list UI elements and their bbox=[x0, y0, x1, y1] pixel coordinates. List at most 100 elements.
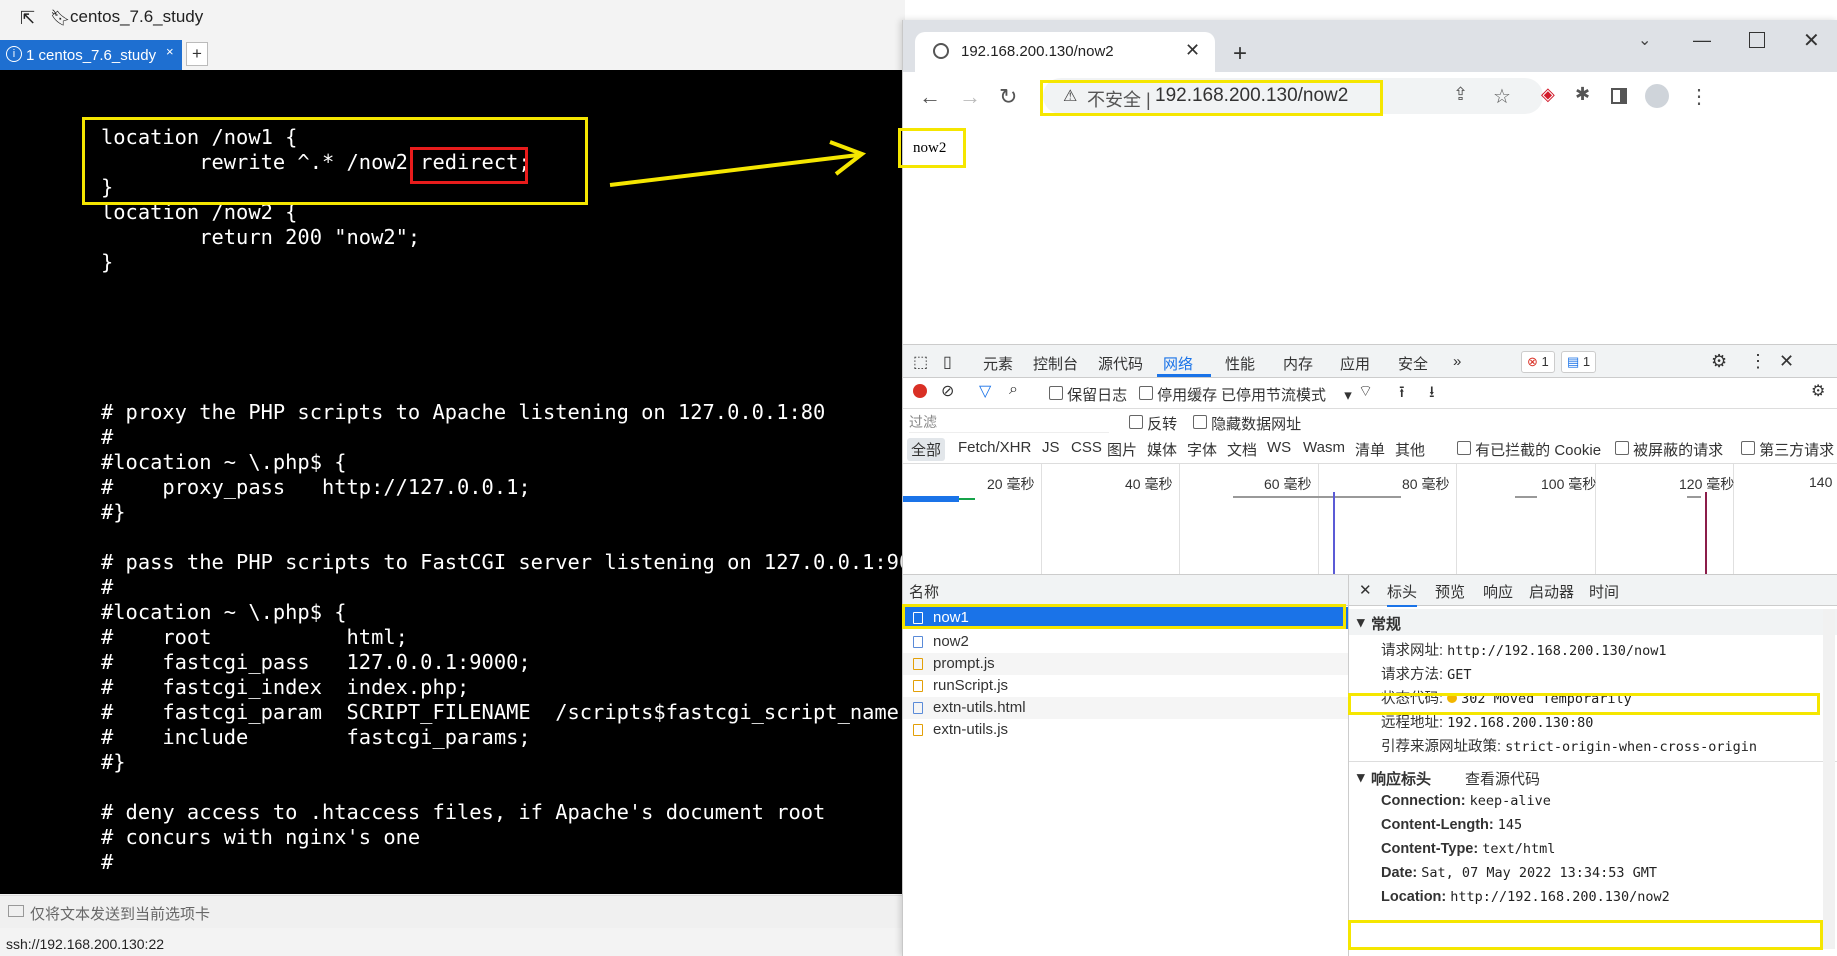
close-window-icon[interactable]: ✕ bbox=[1803, 28, 1820, 53]
checkbox-icon bbox=[1139, 386, 1153, 400]
kebab-icon[interactable]: ⋮ bbox=[1749, 351, 1767, 372]
type-filter-wasm[interactable]: Wasm bbox=[1303, 439, 1345, 456]
star-icon[interactable]: ☆ bbox=[1493, 84, 1511, 109]
upload-icon[interactable]: ⭱ bbox=[1399, 381, 1405, 408]
close-devtools-icon[interactable]: ✕ bbox=[1779, 351, 1794, 372]
download-icon[interactable]: ⭳ bbox=[1429, 381, 1435, 408]
tab-initiator[interactable]: 启动器 bbox=[1529, 581, 1574, 602]
network-conditions-icon[interactable]: ⌔ bbox=[1358, 381, 1373, 401]
search-icon[interactable]: ⌕ bbox=[1009, 381, 1018, 399]
tab-response[interactable]: 响应 bbox=[1483, 581, 1513, 602]
request-row-runscript[interactable]: runScript.js bbox=[903, 675, 1348, 697]
tab-search-icon[interactable]: ⌄ bbox=[1638, 30, 1651, 50]
request-row-now2[interactable]: now2 bbox=[903, 631, 1348, 653]
message-badge[interactable]: ▤ 1 bbox=[1561, 351, 1597, 373]
session-icon[interactable]: ⇱ bbox=[20, 8, 35, 29]
blocked-requests-checkbox[interactable]: 被屏蔽的请求 bbox=[1615, 439, 1723, 460]
view-source-link[interactable]: 查看源代码 bbox=[1465, 768, 1540, 789]
close-tab-button[interactable]: × bbox=[166, 44, 174, 59]
hide-data-urls-checkbox[interactable]: 隐藏数据网址 bbox=[1193, 413, 1301, 434]
type-filter-img[interactable]: 图片 bbox=[1107, 439, 1137, 460]
request-row-prompt[interactable]: prompt.js bbox=[903, 653, 1348, 675]
send-text-bar[interactable]: 仅将文本发送到当前选项卡 bbox=[0, 895, 905, 928]
tab-sources[interactable]: 源代码 bbox=[1098, 353, 1143, 374]
inspect-icon[interactable]: ⬚ bbox=[913, 352, 928, 372]
script-icon bbox=[913, 724, 923, 736]
invert-checkbox[interactable]: 反转 bbox=[1129, 413, 1177, 434]
tab-elements[interactable]: 元素 bbox=[983, 353, 1013, 374]
third-party-label: 第三方请求 bbox=[1759, 442, 1835, 459]
filter-input[interactable]: 过滤 bbox=[909, 412, 1109, 433]
type-filter-doc[interactable]: 文档 bbox=[1227, 439, 1257, 460]
third-party-checkbox[interactable]: 第三方请求 bbox=[1741, 439, 1834, 460]
script-icon bbox=[913, 658, 923, 670]
disable-cache-label: 停用缓存 bbox=[1157, 387, 1218, 404]
maximize-icon[interactable] bbox=[1749, 32, 1765, 48]
tab-security[interactable]: 安全 bbox=[1398, 353, 1428, 374]
browser-tab[interactable]: 192.168.200.130/now2 ✕ bbox=[915, 32, 1215, 72]
type-filter-other[interactable]: 其他 bbox=[1395, 439, 1425, 460]
avatar[interactable] bbox=[1645, 84, 1669, 108]
minimize-icon[interactable]: — bbox=[1693, 30, 1711, 51]
terminal-line: # deny access to .htaccess files, if Apa… bbox=[101, 800, 826, 824]
clear-icon[interactable]: ⊘ bbox=[941, 381, 954, 401]
filter-icon[interactable]: ▽ bbox=[979, 381, 991, 401]
tab-network[interactable]: 网络 bbox=[1163, 353, 1193, 374]
new-tab-button[interactable]: + bbox=[1233, 40, 1247, 68]
error-badge[interactable]: ⊗ 1 bbox=[1521, 351, 1555, 373]
reload-icon[interactable]: ↻ bbox=[999, 84, 1017, 110]
preserve-log-checkbox[interactable]: 保留日志 bbox=[1049, 384, 1127, 405]
type-filter-fetch[interactable]: Fetch/XHR bbox=[958, 439, 1031, 456]
annotation-arrow bbox=[609, 140, 867, 187]
network-settings-icon[interactable]: ⚙ bbox=[1811, 381, 1825, 401]
share-icon[interactable]: ⇪ bbox=[1453, 84, 1468, 105]
disable-cache-checkbox[interactable]: 停用缓存 bbox=[1139, 384, 1217, 405]
tab-memory[interactable]: 内存 bbox=[1283, 353, 1313, 374]
header-key: 请求网址: bbox=[1381, 643, 1444, 659]
type-filter-css[interactable]: CSS bbox=[1071, 439, 1102, 456]
response-headers-section-header[interactable]: ▾ 响应标头 查看源代码 bbox=[1349, 761, 1837, 790]
throttle-select[interactable]: 已停用节流模式 ▾ bbox=[1221, 384, 1352, 405]
header-key: Connection: bbox=[1381, 793, 1466, 809]
side-panel-icon[interactable] bbox=[1611, 88, 1627, 104]
puzzle-icon[interactable]: ✱ bbox=[1575, 84, 1590, 105]
request-row-extn-html[interactable]: extn-utils.html bbox=[903, 697, 1348, 719]
tab-timing[interactable]: 时间 bbox=[1589, 581, 1619, 602]
gear-icon[interactable]: ⚙ bbox=[1711, 351, 1727, 372]
type-filter-js[interactable]: JS bbox=[1042, 439, 1060, 456]
add-tab-button[interactable]: + bbox=[186, 42, 208, 66]
blocked-cookies-checkbox[interactable]: 有已拦截的 Cookie bbox=[1457, 439, 1601, 460]
bookmark-icon[interactable]: 🔖︎ bbox=[50, 8, 70, 28]
request-name: extn-utils.html bbox=[933, 699, 1026, 716]
forward-icon[interactable]: → bbox=[959, 84, 981, 110]
details-scrollbar[interactable] bbox=[1823, 609, 1835, 949]
header-value: text/html bbox=[1482, 841, 1556, 857]
type-filter-ws[interactable]: WS bbox=[1267, 439, 1291, 456]
general-section-header[interactable]: ▾ 常规 bbox=[1349, 609, 1837, 635]
close-tab-button[interactable]: ✕ bbox=[1185, 40, 1200, 61]
tab-application[interactable]: 应用 bbox=[1340, 353, 1370, 374]
throttle-label: 已停用节流模式 bbox=[1221, 387, 1327, 404]
type-filter-all[interactable]: 全部 bbox=[907, 438, 946, 461]
tab-performance[interactable]: 性能 bbox=[1225, 353, 1255, 374]
record-icon[interactable] bbox=[913, 384, 927, 398]
network-timeline[interactable]: 20 毫秒 40 毫秒 60 毫秒 80 毫秒 100 毫秒 120 毫秒 14… bbox=[903, 464, 1837, 575]
filter-row: 过滤 反转 隐藏数据网址 bbox=[903, 409, 1837, 435]
menu-icon[interactable]: ⋮ bbox=[1689, 84, 1709, 109]
timeline-bar bbox=[1515, 496, 1537, 498]
more-tabs-button[interactable]: » bbox=[1453, 353, 1461, 370]
session-tab[interactable]: i 1 centos_7.6_study × bbox=[0, 40, 182, 70]
device-toolbar-icon[interactable]: ▯ bbox=[943, 352, 952, 372]
tab-preview[interactable]: 预览 bbox=[1435, 581, 1465, 602]
type-filter-media[interactable]: 媒体 bbox=[1147, 439, 1177, 460]
tab-console[interactable]: 控制台 bbox=[1033, 353, 1078, 374]
close-details-button[interactable]: ✕ bbox=[1359, 581, 1372, 599]
type-filter-font[interactable]: 字体 bbox=[1187, 439, 1217, 460]
name-column-header[interactable]: 名称 bbox=[909, 581, 939, 602]
extension-red-icon[interactable]: ◈ bbox=[1541, 84, 1555, 105]
request-row-extn-js[interactable]: extn-utils.js bbox=[903, 719, 1348, 741]
back-icon[interactable]: ← bbox=[919, 84, 941, 110]
type-filter-manifest[interactable]: 清单 bbox=[1355, 439, 1385, 460]
tab-headers[interactable]: 标头 bbox=[1387, 581, 1418, 607]
